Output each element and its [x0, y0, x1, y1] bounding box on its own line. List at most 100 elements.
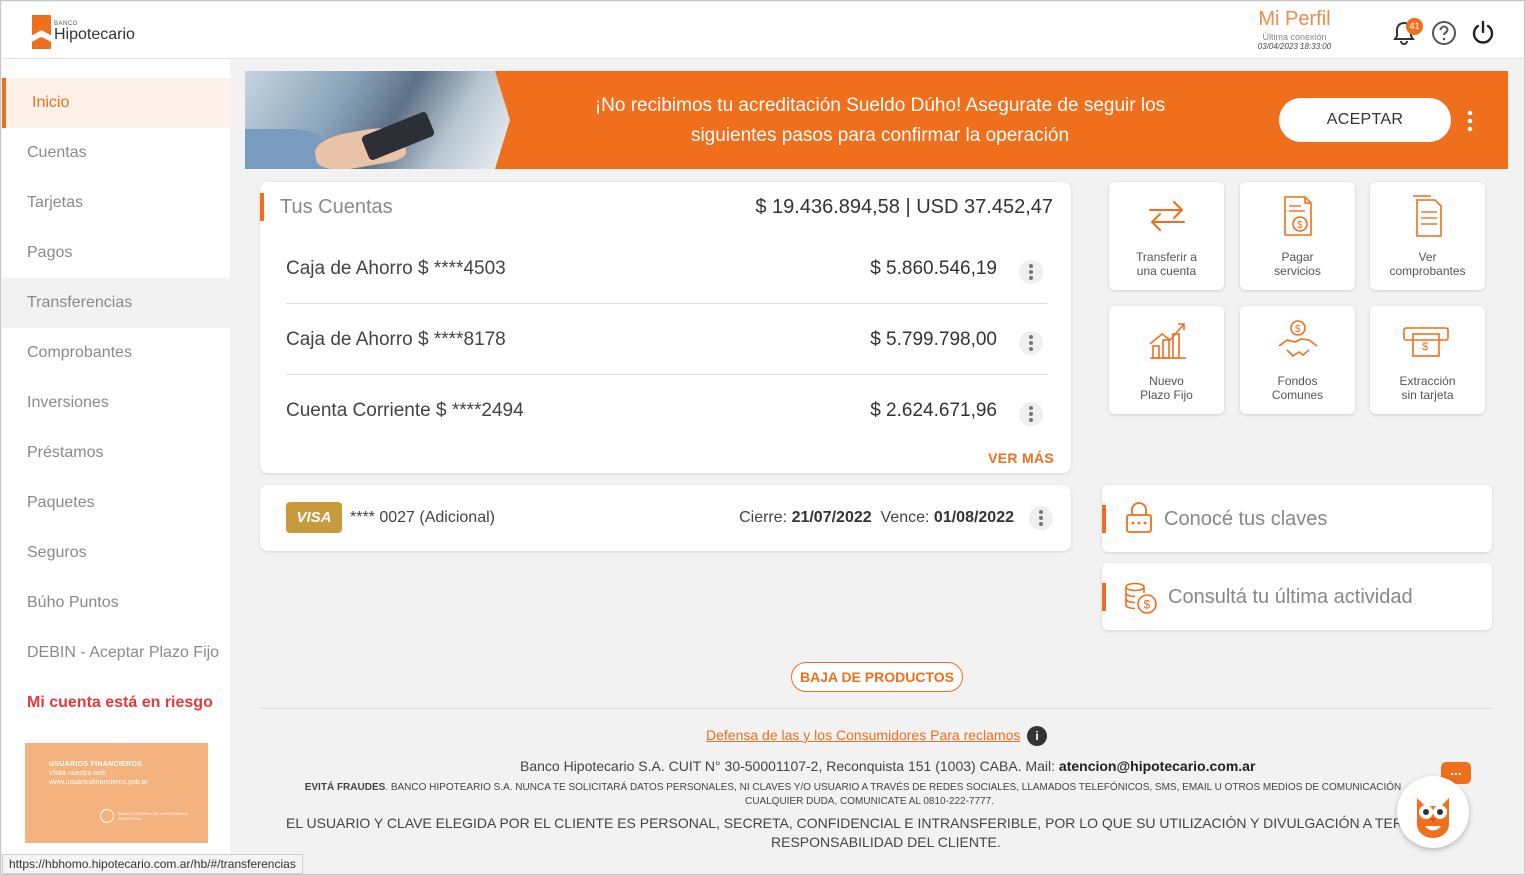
- quick-action-label: Pagar: [1281, 250, 1314, 264]
- account-row[interactable]: Caja de Ahorro $ ****8178 $ 5.799.798,00: [286, 305, 1047, 375]
- profile-menu[interactable]: Mi Perfil Última conexión 03/04/2023 18:…: [1242, 8, 1347, 51]
- ultima-actividad-label: Consultá tu última actividad: [1168, 586, 1413, 608]
- status-bar-url: https://hbhomo.hipotecario.com.ar/hb/#/t…: [2, 854, 303, 874]
- fraud-warning-text: . BANCO HIPOTEARIO S.A. NUNCA TE SOLICIT…: [385, 782, 1402, 793]
- sidebar-item-comprobantes[interactable]: Comprobantes: [2, 328, 230, 378]
- card-menu-icon[interactable]: [1029, 506, 1053, 530]
- quick-action-plazo-fijo[interactable]: Nuevo Plazo Fijo: [1109, 306, 1224, 414]
- close-date: 21/07/2022: [791, 509, 872, 526]
- sidebar-item-inicio[interactable]: Inicio: [2, 78, 230, 128]
- sidebar-item-cuenta-riesgo[interactable]: Mi cuenta está en riesgo: [2, 678, 230, 728]
- profile-link[interactable]: Mi Perfil: [1242, 8, 1347, 31]
- quick-action-extraccion[interactable]: $ Extracción sin tarjeta: [1370, 306, 1485, 414]
- account-balance: $ 5.860.546,19: [870, 258, 997, 279]
- svg-text:$: $: [1144, 598, 1151, 612]
- ver-mas-link[interactable]: VER MÁS: [988, 450, 1054, 466]
- account-row[interactable]: Cuenta Corriente $ ****2494 $ 2.624.671,…: [286, 376, 1047, 446]
- fraud-warning: EVITÁ FRAUDES. BANCO HIPOTEARIO S.A. NUN…: [293, 779, 1413, 796]
- usuarios-financieros-banner[interactable]: USUARIOS FINANCIEROS Visitá nuestra web …: [25, 743, 208, 843]
- sidebar-item-cuentas[interactable]: Cuentas: [2, 128, 230, 178]
- close-label: Cierre:: [739, 509, 788, 526]
- company-text: Banco Hipotecario S.A. CUIT N° 30-500011…: [520, 758, 1059, 774]
- owl-icon: [1417, 798, 1449, 838]
- accounts-total: $ 19.436.894,58 | USD 37.452,47: [755, 196, 1053, 218]
- account-name[interactable]: Cuenta Corriente $ ****2494: [286, 400, 524, 422]
- promo-photo: [245, 71, 510, 169]
- promo-more-icon[interactable]: [1465, 110, 1475, 132]
- quick-action-comprobantes[interactable]: Ver comprobantes: [1370, 182, 1485, 290]
- fraud-warning-contact: CUALQUIER DUDA, COMUNICATE AL 0810-222-7…: [745, 796, 994, 807]
- due-date: 01/08/2022: [933, 509, 1014, 526]
- account-menu-icon[interactable]: [1019, 260, 1043, 284]
- power-icon[interactable]: [1470, 20, 1496, 46]
- account-menu-icon[interactable]: [1019, 402, 1043, 426]
- sidebar-item-paquetes[interactable]: Paquetes: [2, 478, 230, 528]
- account-row[interactable]: Caja de Ahorro $ ****4503 $ 5.860.546,19: [286, 234, 1047, 304]
- quick-action-label: Comunes: [1271, 388, 1324, 402]
- quick-action-label: servicios: [1274, 264, 1321, 278]
- quick-action-pagar[interactable]: $ Pagar servicios: [1240, 182, 1355, 290]
- sidebar-item-inversiones[interactable]: Inversiones: [2, 378, 230, 428]
- sidebar-item-seguros[interactable]: Seguros: [2, 528, 230, 578]
- sidebar-item-transferencias[interactable]: Transferencias: [2, 278, 230, 328]
- atm-icon: $: [1403, 327, 1449, 357]
- legal-disclaimer-line2: RESPONSABILIDAD DEL CLIENTE.: [771, 834, 1001, 850]
- coins-icon: $: [1125, 582, 1157, 614]
- account-balance: $ 2.624.671,96: [870, 400, 997, 421]
- promo-banner: ¡No recibimos tu acreditación Sueldo Dúh…: [245, 71, 1508, 169]
- svg-text:$: $: [1297, 220, 1303, 231]
- defensa-consumidor-link[interactable]: Defensa de las y los Consumidores Para r…: [706, 727, 1020, 743]
- sidebar-item-debin[interactable]: DEBIN - Aceptar Plazo Fijo: [2, 628, 230, 678]
- promo-message: ¡No recibimos tu acreditación Sueldo Dúh…: [594, 95, 1166, 146]
- quick-action-label: Transferir a: [1136, 250, 1197, 264]
- conoce-claves-card[interactable]: Conocé tus claves: [1102, 485, 1492, 552]
- account-name[interactable]: Caja de Ahorro $ ****4503: [286, 258, 506, 280]
- chatbot-owl-button[interactable]: [1397, 776, 1469, 848]
- bcra-seal-text: BANCO CENTRAL DE LA REPUBLICA ARGENTINA: [118, 811, 188, 821]
- quick-action-label: comprobantes: [1389, 264, 1466, 278]
- quick-action-label: una cuenta: [1136, 264, 1197, 278]
- last-login-label: Última conexión: [1262, 32, 1327, 42]
- support-email[interactable]: atencion@hipotecario.com.ar: [1059, 758, 1255, 774]
- growth-chart-icon: [1149, 323, 1186, 359]
- card-dates: Cierre: 21/07/2022 Vence: 01/08/2022: [739, 509, 1014, 527]
- handshake-icon: $: [1278, 320, 1318, 357]
- account-name[interactable]: Caja de Ahorro $ ****8178: [286, 329, 506, 351]
- bank-logo[interactable]: BANCO Hipotecario: [32, 15, 135, 49]
- uf-banner-title: USUARIOS FINANCIEROS: [49, 761, 143, 768]
- svg-text:$: $: [1295, 324, 1301, 335]
- last-login-date: 03/04/2023 18:33:00: [1257, 42, 1332, 51]
- quick-action-label: Extracción: [1399, 374, 1456, 388]
- baja-productos-button[interactable]: BAJA DE PRODUCTOS: [791, 662, 963, 692]
- sidebar-item-buho-puntos[interactable]: Búho Puntos: [2, 578, 230, 628]
- sidebar-item-tarjetas[interactable]: Tarjetas: [2, 178, 230, 228]
- quick-action-label: Nuevo: [1149, 374, 1184, 388]
- transfer-icon: [1149, 201, 1185, 231]
- quick-action-fondos[interactable]: $ Fondos Comunes: [1240, 306, 1355, 414]
- help-icon[interactable]: [1431, 20, 1457, 46]
- sidebar-item-pagos[interactable]: Pagos: [2, 228, 230, 278]
- footer-divider: [260, 708, 1493, 709]
- fraud-warning-title: EVITÁ FRAUDES: [304, 782, 386, 793]
- logo-mark-icon: [32, 15, 51, 49]
- accounts-title: Tus Cuentas: [280, 196, 393, 218]
- account-menu-icon[interactable]: [1019, 331, 1043, 355]
- uf-banner-line1: Visitá nuestra web: [49, 770, 107, 777]
- logo-name-text: Hipotecario: [54, 26, 135, 43]
- sidebar-nav: Inicio Cuentas Tarjetas Pagos Transferen…: [2, 59, 230, 859]
- info-icon[interactable]: i: [1027, 726, 1047, 746]
- quick-action-transferir[interactable]: Transferir a una cuenta: [1109, 182, 1224, 290]
- notification-badge: 41: [1406, 18, 1423, 35]
- card-number: **** 0027 (Adicional): [350, 509, 495, 526]
- accept-button[interactable]: ACEPTAR: [1279, 98, 1451, 142]
- receipts-icon: [1413, 195, 1442, 237]
- sidebar-item-prestamos[interactable]: Préstamos: [2, 428, 230, 478]
- due-label: Vence:: [880, 509, 930, 526]
- uf-banner-url: www.usuariosfinancieros.gob.ar: [49, 779, 148, 786]
- credit-card-row[interactable]: VISA **** 0027 (Adicional) Cierre: 21/07…: [260, 485, 1071, 551]
- conoce-claves-label: Conocé tus claves: [1164, 508, 1328, 530]
- accounts-card: Tus Cuentas $ 19.436.894,58 | USD 37.452…: [260, 182, 1071, 473]
- browser-frame: BANCO Hipotecario Mi Perfil Última conex…: [0, 0, 1525, 875]
- ultima-actividad-card[interactable]: $ Consultá tu última actividad: [1102, 563, 1492, 630]
- lock-icon: [1126, 502, 1152, 533]
